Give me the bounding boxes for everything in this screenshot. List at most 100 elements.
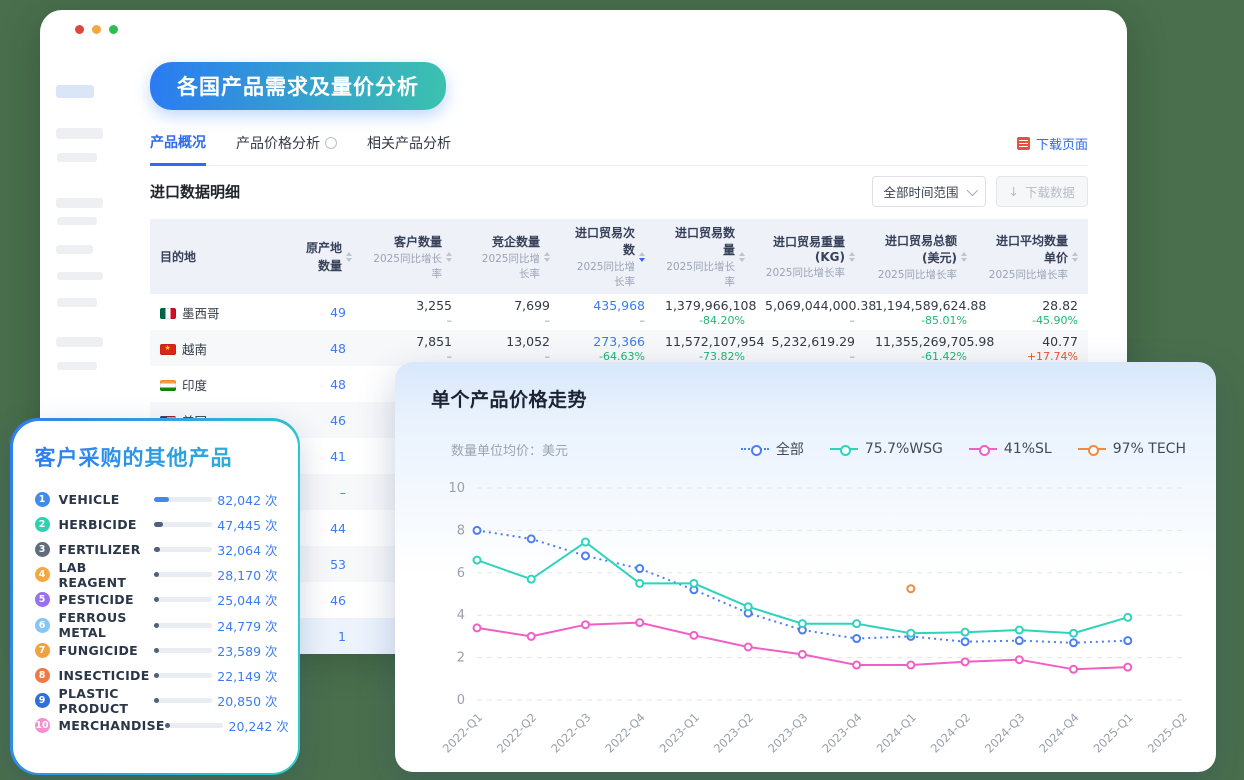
table-header-row: 目的地原产地数量客户数量2025同比增长率竞企数量2025同比增长率进口贸易次数… bbox=[150, 219, 1088, 294]
product-name: HERBICIDE bbox=[59, 517, 154, 532]
column-header[interactable]: 进口贸易次数2025同比增长率 bbox=[560, 219, 655, 294]
legend-item-41%SL[interactable]: 41%SL bbox=[969, 441, 1052, 457]
product-rank-item[interactable]: 8INSECTICIDE22,149 次 bbox=[35, 663, 278, 688]
legend-item-全部[interactable]: 全部 bbox=[741, 439, 804, 459]
tab-相关产品分析[interactable]: 相关产品分析 bbox=[367, 133, 451, 164]
column-header[interactable]: 进口贸易数量2025同比增长率 bbox=[655, 219, 755, 294]
metric-cell: 5,232,619.29– bbox=[755, 330, 865, 366]
trade-count-link[interactable]: 273,366-64.63% bbox=[560, 330, 655, 366]
metric-cell: 11,572,107,954-73.82% bbox=[655, 330, 755, 366]
product-name: INSECTICIDE bbox=[59, 668, 154, 683]
product-count: 25,044 次 bbox=[212, 590, 278, 609]
legend-marker-icon bbox=[741, 445, 769, 454]
mini-progress-bar bbox=[154, 597, 212, 602]
product-rank-item[interactable]: 6FERROUS METAL24,779 次 bbox=[35, 612, 278, 637]
close-window-icon[interactable] bbox=[75, 25, 84, 34]
product-rank-item[interactable]: 1VEHICLE82,042 次 bbox=[35, 487, 278, 512]
product-rank-item[interactable]: 7FUNGICIDE23,589 次 bbox=[35, 638, 278, 663]
metric-cell: 3,255– bbox=[362, 294, 462, 330]
skeleton-bar bbox=[56, 128, 103, 139]
rank-badge: 3 bbox=[35, 542, 50, 557]
table-row[interactable]: 墨西哥493,255–7,699–435,968–1,379,966,108-8… bbox=[150, 294, 1088, 330]
mini-progress-bar bbox=[154, 623, 212, 628]
svg-text:2024-Q2: 2024-Q2 bbox=[928, 710, 973, 755]
rank-badge: 8 bbox=[35, 668, 50, 683]
rank-badge: 4 bbox=[35, 567, 50, 582]
table-row[interactable]: 越南487,851–13,052–273,366-64.63%11,572,10… bbox=[150, 330, 1088, 366]
product-rank-item[interactable]: 4LAB REAGENT28,170 次 bbox=[35, 562, 278, 587]
other-products-card: 客户采购的其他产品 1VEHICLE82,042 次2HERBICIDE47,4… bbox=[10, 418, 300, 775]
column-header[interactable]: 进口贸易总额(美元)2025同比增长率 bbox=[865, 219, 977, 294]
product-count: 82,042 次 bbox=[212, 490, 278, 509]
svg-text:2: 2 bbox=[457, 651, 465, 666]
sort-carets-icon[interactable] bbox=[739, 252, 745, 262]
skeleton-bar bbox=[56, 198, 103, 208]
tab-bar: 产品概况产品价格分析相关产品分析 下载页面 bbox=[150, 132, 1088, 166]
metric-cell: 1,379,966,108-84.20% bbox=[655, 294, 755, 330]
mini-progress-bar bbox=[165, 723, 223, 728]
sort-carets-icon[interactable] bbox=[849, 252, 855, 262]
product-rank-item[interactable]: 2HERBICIDE47,445 次 bbox=[35, 512, 278, 537]
sort-carets-icon[interactable] bbox=[961, 252, 967, 262]
svg-text:2024-Q3: 2024-Q3 bbox=[982, 710, 1027, 755]
origin-count-link[interactable]: 48 bbox=[255, 366, 362, 402]
sort-carets-icon[interactable] bbox=[1072, 252, 1078, 262]
product-rank-item[interactable]: 5PESTICIDE25,044 次 bbox=[35, 587, 278, 612]
product-name: MERCHANDISE bbox=[59, 718, 165, 733]
product-count: 47,445 次 bbox=[212, 515, 278, 534]
download-page-button[interactable]: 下载页面 bbox=[1017, 134, 1088, 164]
skeleton-bar bbox=[57, 362, 97, 370]
column-header[interactable]: 竞企数量2025同比增长率 bbox=[462, 219, 560, 294]
window-controls bbox=[75, 25, 118, 34]
other-products-title: 客户采购的其他产品 bbox=[35, 442, 278, 472]
product-rank-item[interactable]: 10MERCHANDISE20,242 次 bbox=[35, 713, 278, 738]
sort-carets-icon[interactable] bbox=[544, 252, 550, 262]
product-rank-item[interactable]: 9PLASTIC PRODUCT20,850 次 bbox=[35, 688, 278, 713]
column-header[interactable]: 客户数量2025同比增长率 bbox=[362, 219, 462, 294]
origin-count-link[interactable]: 48 bbox=[255, 330, 362, 366]
column-header[interactable]: 进口贸易重量(KG)2025同比增长率 bbox=[755, 219, 865, 294]
pdf-icon bbox=[1017, 137, 1030, 150]
country-name: 越南 bbox=[182, 342, 207, 357]
legend-item-75.7%WSG[interactable]: 75.7%WSG bbox=[830, 441, 943, 457]
mini-progress-bar bbox=[154, 698, 212, 703]
origin-count-link[interactable]: 49 bbox=[255, 294, 362, 330]
product-count: 20,850 次 bbox=[212, 691, 278, 710]
download-data-button[interactable]: ↓ 下载数据 bbox=[996, 176, 1089, 207]
svg-text:2022-Q2: 2022-Q2 bbox=[494, 710, 539, 755]
svg-text:2023-Q4: 2023-Q4 bbox=[819, 710, 864, 755]
sort-carets-icon[interactable] bbox=[446, 252, 452, 262]
tab-产品概况[interactable]: 产品概况 bbox=[150, 132, 206, 166]
skeleton-bar bbox=[56, 85, 94, 98]
mini-progress-bar bbox=[154, 547, 212, 552]
sort-carets-icon[interactable] bbox=[346, 252, 352, 262]
product-name: FERROUS METAL bbox=[59, 610, 154, 640]
minimize-window-icon[interactable] bbox=[92, 25, 101, 34]
country-flag-icon bbox=[160, 344, 176, 355]
product-name: FUNGICIDE bbox=[59, 643, 154, 658]
skeleton-bar bbox=[56, 245, 93, 254]
legend-marker-icon bbox=[969, 445, 997, 454]
trade-count-link[interactable]: 435,968– bbox=[560, 294, 655, 330]
product-name: PESTICIDE bbox=[59, 592, 154, 607]
product-rank-item[interactable]: 3FERTILIZER32,064 次 bbox=[35, 537, 278, 562]
legend-item-97% TECH[interactable]: 97% TECH bbox=[1078, 441, 1186, 457]
metric-cell: 7,851– bbox=[362, 330, 462, 366]
tab-产品价格分析[interactable]: 产品价格分析 bbox=[236, 133, 337, 164]
time-range-select[interactable]: 全部时间范围 bbox=[872, 176, 985, 207]
svg-text:2023-Q3: 2023-Q3 bbox=[765, 710, 810, 755]
info-circle-icon bbox=[325, 137, 337, 149]
svg-text:4: 4 bbox=[457, 608, 465, 623]
sort-carets-icon[interactable] bbox=[639, 252, 645, 262]
product-count: 28,170 次 bbox=[212, 565, 278, 584]
svg-text:2023-Q1: 2023-Q1 bbox=[657, 710, 702, 755]
country-flag-icon bbox=[160, 308, 176, 319]
maximize-window-icon[interactable] bbox=[109, 25, 118, 34]
metric-cell: 1,194,589,624.88-85.01% bbox=[865, 294, 977, 330]
column-header[interactable]: 进口平均数量单价2025同比增长率 bbox=[977, 219, 1088, 294]
country-name: 墨西哥 bbox=[182, 306, 220, 321]
column-header[interactable]: 原产地数量 bbox=[255, 219, 362, 294]
rank-badge: 1 bbox=[35, 492, 50, 507]
svg-text:10: 10 bbox=[448, 481, 465, 496]
section-title: 进口数据明细 bbox=[150, 181, 240, 202]
